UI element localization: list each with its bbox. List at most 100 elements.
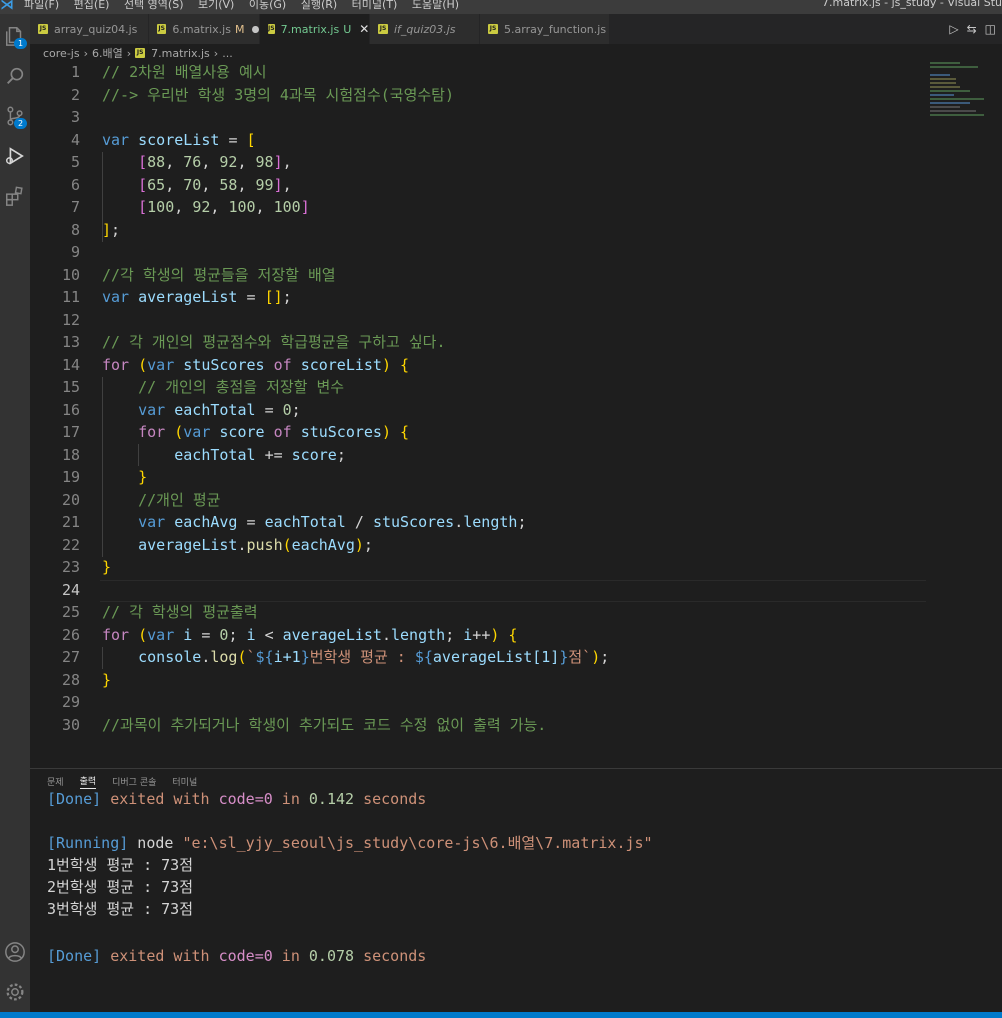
- code-line[interactable]: 14 for (var stuScores of scoreList) {: [30, 354, 930, 377]
- code-line[interactable]: 28}: [30, 669, 930, 692]
- status-bar: [0, 1012, 1002, 1018]
- line-number: 25: [61, 603, 80, 621]
- menu-go[interactable]: 이동(G): [249, 0, 286, 11]
- explorer-button[interactable]: 1: [0, 18, 30, 54]
- menu-selection[interactable]: 선택 영역(S): [124, 0, 184, 11]
- menu-edit[interactable]: 편집(E): [74, 0, 110, 11]
- tab-array-quiz04[interactable]: JS array_quiz04.js: [30, 14, 149, 44]
- tab-problems[interactable]: 문제: [47, 775, 64, 788]
- menu-terminal[interactable]: 터미널(T): [352, 0, 398, 11]
- line-number: 30: [61, 715, 80, 734]
- breadcrumb-folder[interactable]: 6.배열: [92, 45, 123, 61]
- code-line[interactable]: 5 [88, 76, 92, 98],: [30, 151, 930, 174]
- line-number: 7: [70, 198, 80, 216]
- code-line[interactable]: 20 //개인 평균: [30, 489, 930, 512]
- code-text: var averageList = [];: [102, 288, 292, 306]
- code-text: [65, 70, 58, 99],: [138, 175, 292, 194]
- code-line[interactable]: 25 // 각 학생의 평균출력: [30, 601, 930, 624]
- line-number: 13: [61, 333, 80, 351]
- code-line[interactable]: 13 // 각 개인의 평균점수와 학급평균을 구하고 싶다.: [30, 331, 930, 354]
- code-line[interactable]: 7 [100, 92, 100, 100]: [30, 196, 930, 219]
- search-button[interactable]: [0, 58, 30, 94]
- extensions-button[interactable]: [0, 178, 30, 214]
- split-editor-icon[interactable]: ◫: [985, 22, 996, 36]
- unsaved-dot-icon[interactable]: [252, 25, 259, 33]
- done-in: in: [272, 790, 309, 808]
- code-line[interactable]: 2 //-> 우리반 학생 3명의 4과목 시험점수(국영수탐): [30, 84, 930, 107]
- tab-label: array_quiz04.js: [54, 22, 138, 36]
- line-number: 6: [70, 175, 80, 194]
- code-line[interactable]: 19 }: [30, 466, 930, 489]
- code-line[interactable]: 11 var averageList = [];: [30, 286, 930, 309]
- breadcrumb-file[interactable]: 7.matrix.js: [151, 47, 210, 60]
- code-line[interactable]: 9: [30, 241, 930, 264]
- output-done-line: [Done] exited with code=0 in 0.142 secon…: [47, 788, 426, 810]
- breadcrumb-symbol[interactable]: ...: [222, 47, 233, 60]
- compare-changes-icon[interactable]: ⇆: [967, 22, 977, 36]
- exit-code: code=0: [218, 790, 273, 808]
- tab-5-array-function[interactable]: JS 5.array_function.js: [480, 14, 610, 44]
- run-debug-button[interactable]: [0, 138, 30, 174]
- code-text: [100, 92, 100, 100]: [138, 198, 310, 216]
- seconds-label: seconds: [354, 947, 427, 965]
- accounts-button[interactable]: [0, 934, 30, 970]
- chevron-right-icon: ›: [213, 46, 219, 60]
- code-line[interactable]: 4 var scoreList = [: [30, 129, 930, 152]
- tab-label: 7.matrix.js: [280, 22, 340, 36]
- code-line[interactable]: 12: [30, 309, 930, 332]
- code-line[interactable]: 8];: [30, 219, 930, 242]
- code-line[interactable]: 15 // 개인의 총점을 저장할 변수: [30, 376, 930, 399]
- menu-file[interactable]: 파일(F): [24, 0, 59, 11]
- line-number: 24: [61, 580, 80, 599]
- code-line[interactable]: 10 //각 학생의 평균들을 저장할 배열: [30, 264, 930, 287]
- tab-terminal[interactable]: 터미널: [172, 775, 197, 788]
- code-text: // 개인의 총점을 저장할 변수: [138, 378, 345, 396]
- editor-actions: ▷ ⇆ ◫: [949, 14, 1002, 44]
- source-control-button[interactable]: 2: [0, 98, 30, 134]
- manage-button[interactable]: [0, 974, 30, 1010]
- code-editor[interactable]: 1 // 2차원 배열사용 예시 2 //-> 우리반 학생 3명의 4과목 시험점수…: [30, 62, 1002, 768]
- gear-icon: [6, 983, 24, 1001]
- code-line[interactable]: 22 averageList.push(eachAvg);: [30, 534, 930, 557]
- js-file-icon: JS: [378, 24, 388, 34]
- code-line[interactable]: 21 var eachAvg = eachTotal / stuScores.l…: [30, 511, 930, 534]
- scm-badge: 2: [14, 118, 27, 129]
- line-number: 26: [61, 625, 80, 644]
- tab-output[interactable]: 출력: [79, 774, 97, 789]
- minimap[interactable]: [930, 62, 992, 122]
- code-text: eachTotal += score;: [174, 445, 346, 464]
- code-line[interactable]: 18 eachTotal += score;: [30, 444, 930, 467]
- tab-if-quiz03[interactable]: JS if_quiz03.js: [370, 14, 480, 44]
- line-number: 9: [70, 243, 80, 261]
- vscode-logo-icon: ⋊: [0, 0, 14, 13]
- line-number: 3: [70, 108, 80, 126]
- extensions-icon: [6, 186, 23, 206]
- code-line[interactable]: 16 var eachTotal = 0;: [30, 399, 930, 422]
- menu-run[interactable]: 실행(R): [301, 0, 337, 11]
- js-file-icon: JS: [268, 24, 275, 34]
- close-icon[interactable]: ✕: [359, 22, 369, 36]
- code-line[interactable]: 29: [30, 691, 930, 714]
- code-line[interactable]: 26 for (var i = 0; i < averageList.length…: [30, 624, 930, 647]
- code-line[interactable]: 23}: [30, 556, 930, 579]
- code-text: var eachTotal = 0;: [138, 400, 301, 419]
- line-number: 4: [70, 130, 80, 149]
- tab-label: 5.array_function.js: [504, 22, 607, 36]
- breadcrumb-folder[interactable]: core-js: [43, 47, 80, 60]
- code-line[interactable]: 3: [30, 106, 930, 129]
- line-number: 20: [61, 490, 80, 509]
- code-text: for (var i = 0; i < averageList.length; …: [102, 625, 518, 644]
- code-line[interactable]: 6 [65, 70, 58, 99],: [30, 174, 930, 197]
- code-line[interactable]: 1 // 2차원 배열사용 예시: [30, 62, 930, 84]
- menu-view[interactable]: 보기(V): [198, 0, 234, 11]
- run-icon[interactable]: ▷: [949, 22, 958, 36]
- tab-7-matrix[interactable]: JS 7.matrix.js U ✕: [260, 14, 370, 44]
- code-line[interactable]: 27 console.log(`${i+1}번학생 평균 : ${average…: [30, 646, 930, 669]
- tab-git-status: U: [343, 22, 352, 36]
- menu-help[interactable]: 도움말(H): [412, 0, 459, 11]
- code-line[interactable]: 17 for (var score of stuScores) {: [30, 421, 930, 444]
- code-line[interactable]: 30 //과목이 추가되거나 학생이 추가되도 코드 수정 없이 출력 가능.: [30, 714, 930, 737]
- code-line[interactable]: 24: [30, 579, 930, 602]
- tab-debug-console[interactable]: 디버그 콘솔: [112, 775, 156, 788]
- tab-6-matrix[interactable]: JS 6.matrix.js M: [149, 14, 260, 44]
